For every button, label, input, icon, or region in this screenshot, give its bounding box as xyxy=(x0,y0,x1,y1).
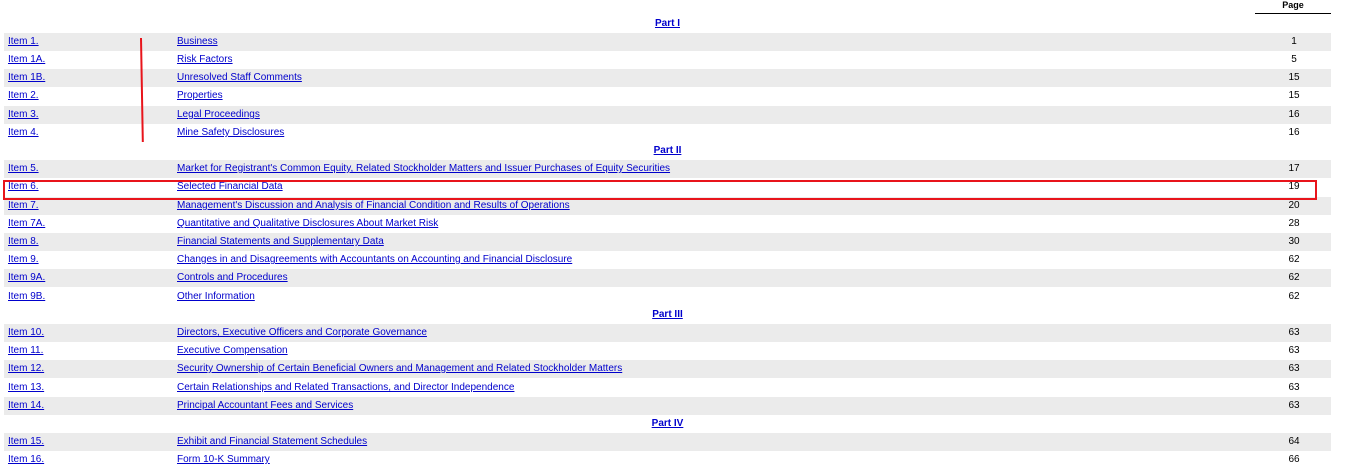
item-number-link[interactable]: Item 5. xyxy=(8,160,39,178)
item-title-link[interactable]: Business xyxy=(177,33,218,51)
table-row: Item 1B. Unresolved Staff Comments 15 xyxy=(4,69,1331,87)
page-number: 15 xyxy=(1288,72,1300,83)
item-number-link[interactable]: Item 10. xyxy=(8,324,44,342)
part-iv-link[interactable]: Part IV xyxy=(652,418,684,429)
item-title-link[interactable]: Principal Accountant Fees and Services xyxy=(177,397,353,415)
item-title-link[interactable]: Exhibit and Financial Statement Schedule… xyxy=(177,433,367,451)
item-title-link[interactable]: Unresolved Staff Comments xyxy=(177,69,302,87)
annotation-highlight-box xyxy=(3,180,1317,200)
page-number: 64 xyxy=(1288,436,1300,447)
item-title-link[interactable]: Changes in and Disagreements with Accoun… xyxy=(177,251,572,269)
item-number-link[interactable]: Item 9A. xyxy=(8,269,45,287)
item-title-link[interactable]: Directors, Executive Officers and Corpor… xyxy=(177,324,427,342)
page-number: 62 xyxy=(1288,254,1300,265)
page-number: 66 xyxy=(1288,454,1300,465)
item-title-link[interactable]: Market for Registrant's Common Equity, R… xyxy=(177,160,670,178)
item-number-link[interactable]: Item 15. xyxy=(8,433,44,451)
table-row: Item 9B. Other Information 62 xyxy=(4,288,1331,306)
table-row: Item 3. Legal Proceedings 16 xyxy=(4,106,1331,124)
item-number-link[interactable]: Item 1B. xyxy=(8,69,45,87)
item-title-link[interactable]: Security Ownership of Certain Beneficial… xyxy=(177,360,622,378)
table-row: Item 5. Market for Registrant's Common E… xyxy=(4,160,1331,178)
part-heading: Part I xyxy=(4,15,1331,33)
page-number: 62 xyxy=(1288,291,1300,302)
page-number: 63 xyxy=(1288,400,1300,411)
part-heading: Part III xyxy=(4,306,1331,324)
part-heading: Part IV xyxy=(4,415,1331,433)
table-row: Item 7A. Quantitative and Qualitative Di… xyxy=(4,215,1331,233)
item-title-link[interactable]: Mine Safety Disclosures xyxy=(177,124,284,142)
item-title-link[interactable]: Certain Relationships and Related Transa… xyxy=(177,379,514,397)
page-number: 62 xyxy=(1288,272,1300,283)
table-row: Item 11. Executive Compensation 63 xyxy=(4,342,1331,360)
table-row: Item 16. Form 10-K Summary 66 xyxy=(4,451,1331,469)
table-row: Item 9A. Controls and Procedures 62 xyxy=(4,269,1331,287)
page-number: 63 xyxy=(1288,363,1300,374)
table-of-contents: Page Part I Item 1. Business 1 Item 1A. … xyxy=(0,0,1351,471)
page-number: 63 xyxy=(1288,382,1300,393)
item-title-link[interactable]: Legal Proceedings xyxy=(177,106,260,124)
part-i-link[interactable]: Part I xyxy=(655,18,680,29)
item-number-link[interactable]: Item 9B. xyxy=(8,288,45,306)
item-number-link[interactable]: Item 13. xyxy=(8,379,44,397)
item-number-link[interactable]: Item 14. xyxy=(8,397,44,415)
item-number-link[interactable]: Item 1. xyxy=(8,33,39,51)
page-column-header: Page xyxy=(1255,0,1331,14)
item-number-link[interactable]: Item 11. xyxy=(8,342,43,360)
item-number-link[interactable]: Item 9. xyxy=(8,251,39,269)
table-row: Item 1A. Risk Factors 5 xyxy=(4,51,1331,69)
table-row: Item 2. Properties 15 xyxy=(4,87,1331,105)
item-title-link[interactable]: Properties xyxy=(177,87,223,105)
page-number: 63 xyxy=(1288,327,1300,338)
page-number: 16 xyxy=(1288,127,1300,138)
item-title-link[interactable]: Risk Factors xyxy=(177,51,233,69)
table-row: Item 10. Directors, Executive Officers a… xyxy=(4,324,1331,342)
item-number-link[interactable]: Item 1A. xyxy=(8,51,45,69)
page-number: 17 xyxy=(1288,163,1300,174)
item-number-link[interactable]: Item 16. xyxy=(8,451,44,469)
table-row: Item 9. Changes in and Disagreements wit… xyxy=(4,251,1331,269)
part-ii-link[interactable]: Part II xyxy=(654,145,682,156)
table-row: Item 12. Security Ownership of Certain B… xyxy=(4,360,1331,378)
item-number-link[interactable]: Item 3. xyxy=(8,106,39,124)
table-row: Item 15. Exhibit and Financial Statement… xyxy=(4,433,1331,451)
table-row: Item 8. Financial Statements and Supplem… xyxy=(4,233,1331,251)
item-title-link[interactable]: Controls and Procedures xyxy=(177,269,288,287)
item-number-link[interactable]: Item 4. xyxy=(8,124,39,142)
page-number: 63 xyxy=(1288,345,1300,356)
table-row: Item 14. Principal Accountant Fees and S… xyxy=(4,397,1331,415)
item-number-link[interactable]: Item 8. xyxy=(8,233,39,251)
page-number: 5 xyxy=(1291,54,1297,65)
item-title-link[interactable]: Quantitative and Qualitative Disclosures… xyxy=(177,215,438,233)
item-title-link[interactable]: Other Information xyxy=(177,288,255,306)
item-title-link[interactable]: Financial Statements and Supplementary D… xyxy=(177,233,384,251)
table-row: Item 1. Business 1 xyxy=(4,33,1331,51)
part-heading: Part II xyxy=(4,142,1331,160)
item-title-link[interactable]: Form 10-K Summary xyxy=(177,451,270,469)
page-number: 1 xyxy=(1291,36,1297,47)
item-number-link[interactable]: Item 12. xyxy=(8,360,44,378)
page-number: 28 xyxy=(1288,218,1300,229)
item-number-link[interactable]: Item 7A. xyxy=(8,215,45,233)
page-number: 30 xyxy=(1288,236,1300,247)
table-row: Item 13. Certain Relationships and Relat… xyxy=(4,379,1331,397)
item-title-link[interactable]: Executive Compensation xyxy=(177,342,288,360)
page-number: 15 xyxy=(1288,90,1300,101)
table-row: Item 4. Mine Safety Disclosures 16 xyxy=(4,124,1331,142)
item-number-link[interactable]: Item 2. xyxy=(8,87,39,105)
part-iii-link[interactable]: Part III xyxy=(652,309,683,320)
page-number: 16 xyxy=(1288,109,1300,120)
